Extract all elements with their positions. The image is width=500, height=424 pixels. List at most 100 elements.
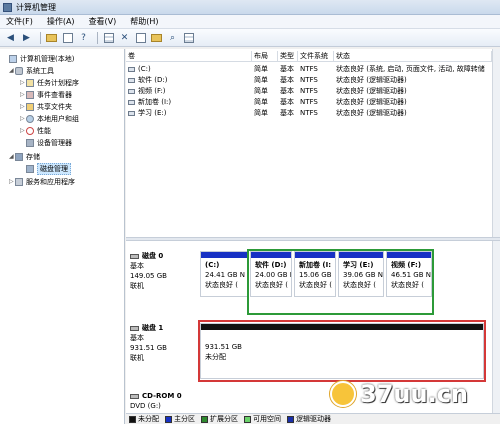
tree-label: 设备管理器 <box>37 138 72 147</box>
volume-icon <box>128 110 135 116</box>
table-row[interactable]: 学习 (E:) 简单 基本 NTFS 状态良好 (逻辑驱动器) <box>126 108 492 118</box>
column-header-type[interactable]: 类型 <box>278 51 298 61</box>
type-cell: 基本 <box>280 109 294 117</box>
disk-size: 931.51 GB <box>130 344 167 352</box>
disk-size: 149.05 GB <box>130 272 167 280</box>
disk-icon <box>130 253 139 259</box>
tree-item-computer-management[interactable]: 计算机管理(本地) <box>3 53 74 64</box>
partition-size: 24.41 GB N <box>205 271 245 279</box>
cdrom-title: CD-ROM 0 <box>130 391 182 401</box>
toolbar-separator <box>97 31 98 44</box>
search-icon[interactable]: ⌕ <box>166 31 179 44</box>
task-scheduler-icon <box>26 78 34 87</box>
tree-item-disk-management[interactable]: 磁盘管理 <box>20 162 71 175</box>
layout-cell: 简单 <box>254 76 268 84</box>
export-icon[interactable] <box>134 31 147 44</box>
back-icon[interactable]: ◀ <box>4 31 17 44</box>
tree-label: 存储 <box>26 152 40 161</box>
tree-label: 系统工具 <box>26 66 54 75</box>
table-row[interactable]: 软件 (D:) 简单 基本 NTFS 状态良好 (逻辑驱动器) <box>126 75 492 85</box>
watermark-text: 37uu.cn <box>360 380 468 408</box>
forward-icon[interactable]: ▶ <box>20 31 33 44</box>
tree-item-services-apps[interactable]: ▷ 服务和应用程序 <box>9 176 75 187</box>
partition-c[interactable]: (C:) 24.41 GB N 状态良好 ( <box>200 251 248 297</box>
app-icon <box>3 2 12 12</box>
table-row[interactable]: 新加卷 (I:) 简单 基本 NTFS 状态良好 (逻辑驱动器) <box>126 97 492 107</box>
volume-cell: 新加卷 (I:) <box>126 97 252 107</box>
volume-name: 学习 (E:) <box>138 109 167 117</box>
grid-icon[interactable] <box>102 31 115 44</box>
table-row[interactable]: (C:) 简单 基本 NTFS 状态良好 (系统, 启动, 页面文件, 活动, … <box>126 64 492 74</box>
folder-icon[interactable] <box>150 31 163 44</box>
volume-table-header: 卷 布局 类型 文件系统 状态 <box>126 51 492 62</box>
type-cell: 基本 <box>280 87 294 95</box>
disk-management-icon <box>26 164 34 173</box>
legend-item: 逻辑驱动器 <box>287 414 331 424</box>
watermark: 37uu.cn <box>330 380 468 408</box>
volume-name: 视频 (F:) <box>138 87 166 95</box>
volume-icon <box>128 99 135 105</box>
legend-item: 扩展分区 <box>201 414 238 424</box>
type-cell: 基本 <box>280 65 294 73</box>
column-header-filesystem[interactable]: 文件系统 <box>298 51 334 61</box>
layout-cell: 简单 <box>254 87 268 95</box>
menu-file[interactable]: 文件(F) <box>6 16 33 27</box>
status-cell: 状态良好 (系统, 启动, 页面文件, 活动, 故障转储 <box>336 65 485 73</box>
disk-status: 联机 <box>130 354 144 362</box>
menu-view[interactable]: 查看(V) <box>89 16 117 27</box>
tree-label: 磁盘管理 <box>37 162 71 175</box>
menu-help[interactable]: 帮助(H) <box>130 16 158 27</box>
status-cell: 状态良好 (逻辑驱动器) <box>336 109 407 117</box>
disk-0-info[interactable]: 磁盘 0 基本 149.05 GB 联机 <box>130 251 167 291</box>
legend-swatch <box>129 415 136 423</box>
disk-icon <box>130 325 139 331</box>
cdrom-0-info[interactable]: CD-ROM 0 DVD (G:) <box>130 391 182 411</box>
tree-item-device-manager[interactable]: 设备管理器 <box>20 137 72 148</box>
column-header-layout[interactable]: 布局 <box>252 51 278 61</box>
tree-item-system-tools[interactable]: ◢ 系统工具 <box>9 65 54 76</box>
volume-cell: 学习 (E:) <box>126 108 252 118</box>
tree-item-performance[interactable]: ▷ 性能 <box>20 125 51 136</box>
tree-item-event-viewer[interactable]: ▷ 事件查看器 <box>20 89 72 100</box>
filesystem-cell: NTFS <box>300 87 318 95</box>
disk-name: CD-ROM 0 <box>142 392 182 400</box>
partition-name: (C:) <box>205 261 220 269</box>
computer-icon <box>9 54 17 63</box>
table-row[interactable]: 视频 (F:) 简单 基本 NTFS 状态良好 (逻辑驱动器) <box>126 86 492 96</box>
volume-icon <box>128 66 135 72</box>
disk-type: DVD (G:) <box>130 402 161 410</box>
disk-0-title: 磁盘 0 <box>130 251 167 261</box>
legend: 未分配 主分区 扩展分区 可用空间 逻辑驱动器 <box>126 413 500 424</box>
volume-list-scrollbar[interactable] <box>492 49 500 237</box>
help-icon[interactable]: ? <box>77 31 90 44</box>
layout-cell: 简单 <box>254 109 268 117</box>
legend-swatch <box>201 415 208 423</box>
disk-1-info[interactable]: 磁盘 1 基本 931.51 GB 联机 <box>130 323 167 363</box>
column-header-volume[interactable]: 卷 <box>126 51 252 61</box>
tree-item-shared-folders[interactable]: ▷ 共享文件夹 <box>20 101 72 112</box>
users-icon <box>26 114 34 123</box>
legend-item: 主分区 <box>165 414 195 424</box>
screen-icon[interactable] <box>182 31 195 44</box>
tree-item-storage[interactable]: ◢ 存储 <box>9 151 40 162</box>
filesystem-cell: NTFS <box>300 65 318 73</box>
disk-view-scrollbar[interactable] <box>492 241 500 413</box>
menu-action[interactable]: 操作(A) <box>47 16 75 27</box>
properties-icon[interactable] <box>61 31 74 44</box>
tree-label: 本地用户和组 <box>37 114 79 123</box>
tree-item-local-users[interactable]: ▷ 本地用户和组 <box>20 113 79 124</box>
layout-cell: 简单 <box>254 65 268 73</box>
close-icon[interactable]: ✕ <box>118 31 131 44</box>
partition-status: 状态良好 ( <box>205 281 238 289</box>
legend-label: 主分区 <box>174 415 195 423</box>
volume-name: 软件 (D:) <box>138 76 168 84</box>
title-bar: 计算机管理 <box>0 0 500 15</box>
tree-label: 服务和应用程序 <box>26 177 75 186</box>
column-header-status[interactable]: 状态 <box>334 51 492 61</box>
unallocated-highlight <box>198 320 486 382</box>
up-folder-icon[interactable] <box>45 31 58 44</box>
tree-item-task-scheduler[interactable]: ▷ 任务计划程序 <box>20 77 79 88</box>
disk-name: 磁盘 1 <box>142 324 164 332</box>
legend-item: 可用空间 <box>244 414 281 424</box>
type-cell: 基本 <box>280 98 294 106</box>
